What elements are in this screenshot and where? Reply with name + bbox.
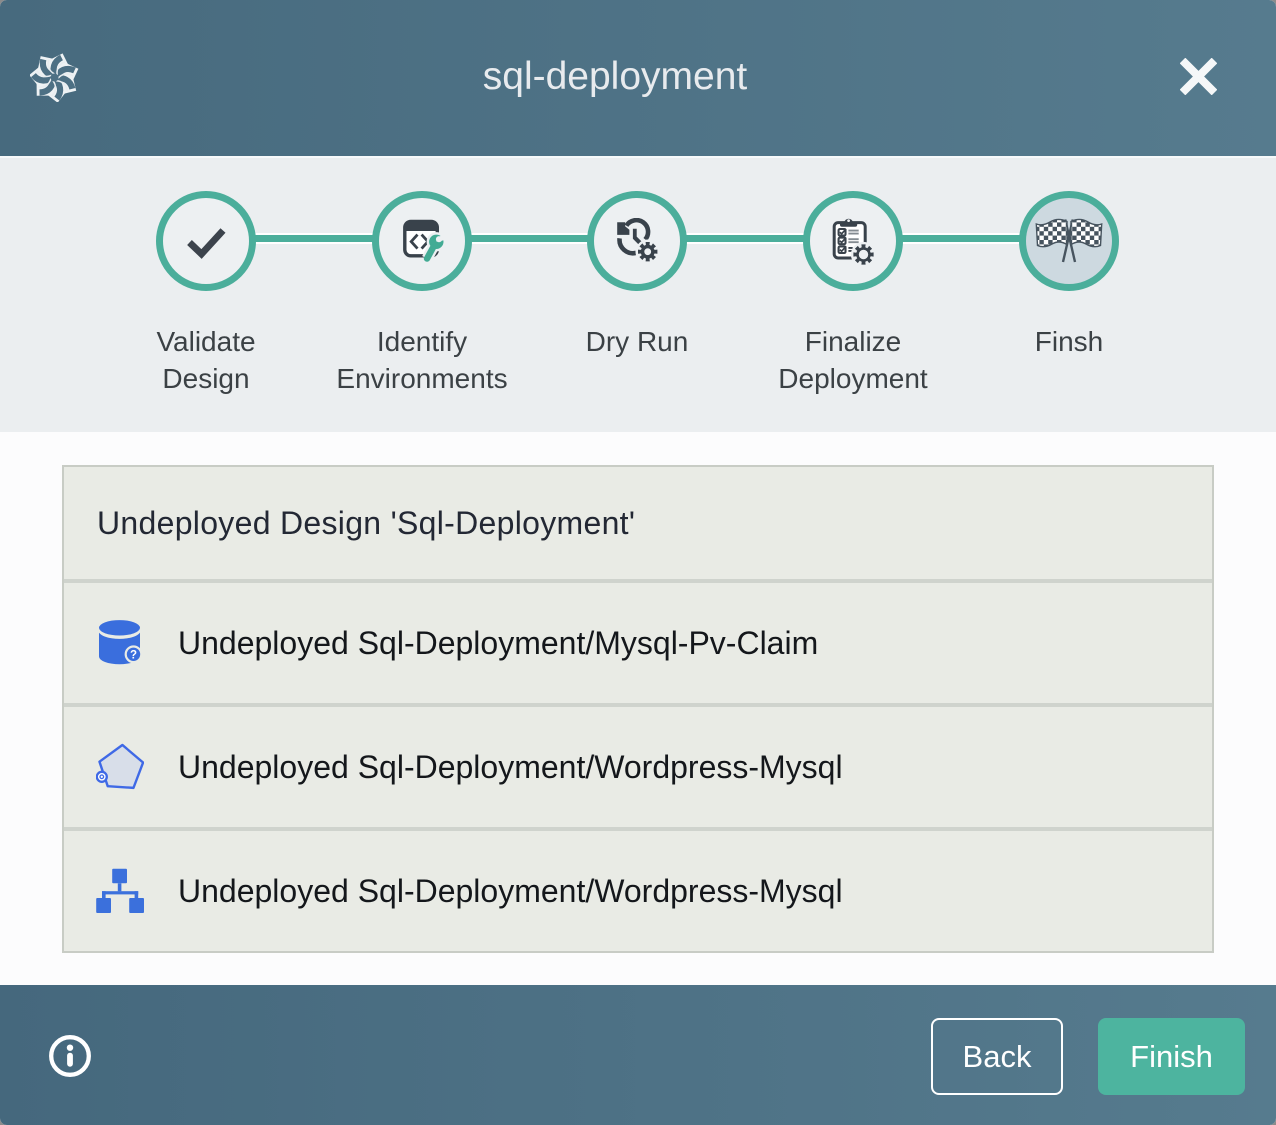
svg-text:?: ? xyxy=(130,649,137,661)
